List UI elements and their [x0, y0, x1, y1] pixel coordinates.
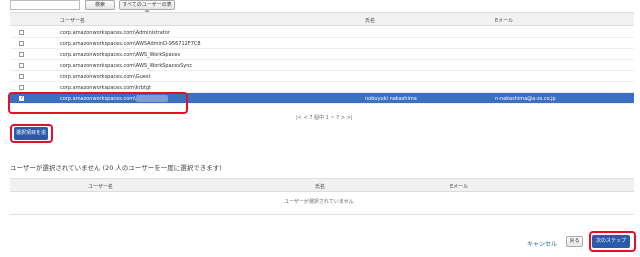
search-button[interactable]: 検索 [85, 0, 115, 10]
row-username: corp.amazonworkspaces.com\AWS_WorkSpaces [60, 52, 181, 58]
search-input[interactable] [10, 0, 80, 10]
row-email: n-nakashima@a-zs.co.jp [495, 96, 556, 102]
add-selected-button[interactable]: 選択項目を追加 [14, 127, 48, 149]
show-all-users-button[interactable]: すべてのユーザーの表示 [119, 0, 175, 16]
table-row[interactable]: corp.amazonworkspaces.com\AWS_WorkSpaces [10, 49, 634, 60]
row-username: corp.amazonworkspaces.com\AWSAdminD-9567… [60, 41, 201, 47]
header-name[interactable]: 氏名 [365, 17, 375, 24]
table-row[interactable]: corp.amazonworkspaces.com\AWS_WorkSpaces… [10, 60, 634, 71]
available-users-header: ユーザー名 氏名 Eメール [10, 12, 634, 26]
no-users-selected-text: ユーザーが選択されていません [284, 199, 354, 205]
row-username: corp.amazonworkspaces.com\Administrator [60, 30, 170, 36]
row-checkbox[interactable] [19, 41, 24, 46]
header-email[interactable]: Eメール [495, 17, 513, 24]
row-username: corp.amazonworkspaces.com\AWS_WorkSpaces… [60, 63, 193, 69]
row-username: corp.amazonworkspaces.com\Guest [60, 74, 151, 80]
table-row[interactable]: corp.amazonworkspaces.com\Administrator [10, 27, 634, 38]
next-step-button[interactable]: 次のステップ [592, 235, 630, 248]
row-checkbox[interactable] [19, 63, 24, 68]
row-checkbox[interactable] [19, 85, 24, 90]
selected-row-highlight [8, 92, 188, 114]
selected-users-header: ユーザー名 氏名 Eメール [10, 178, 634, 192]
row-checkbox[interactable] [19, 74, 24, 79]
header-username[interactable]: ユーザー名 [60, 17, 85, 24]
row-username: corp.amazonworkspaces.com\krbtgt [60, 85, 152, 91]
header-email[interactable]: Eメール [450, 183, 468, 190]
row-name: nobuyuki nakashima [365, 96, 417, 102]
selected-users-title: ユーザーが選択されていません (20 人のユーザーを一度に選択できます) [10, 164, 222, 172]
pagination[interactable]: |< < 7 個中 1 ~ 7 > >| [296, 114, 353, 121]
table-row[interactable]: corp.amazonworkspaces.com\AWSAdminD-9567… [10, 38, 634, 49]
header-username[interactable]: ユーザー名 [88, 183, 113, 190]
back-button[interactable]: 戻る [566, 236, 583, 247]
table-row[interactable]: corp.amazonworkspaces.com\Guest [10, 71, 634, 82]
header-name[interactable]: 氏名 [315, 183, 325, 190]
divider [10, 214, 634, 215]
row-checkbox[interactable] [19, 52, 24, 57]
cancel-link[interactable]: キャンセル [527, 239, 557, 248]
row-checkbox[interactable] [19, 30, 24, 35]
